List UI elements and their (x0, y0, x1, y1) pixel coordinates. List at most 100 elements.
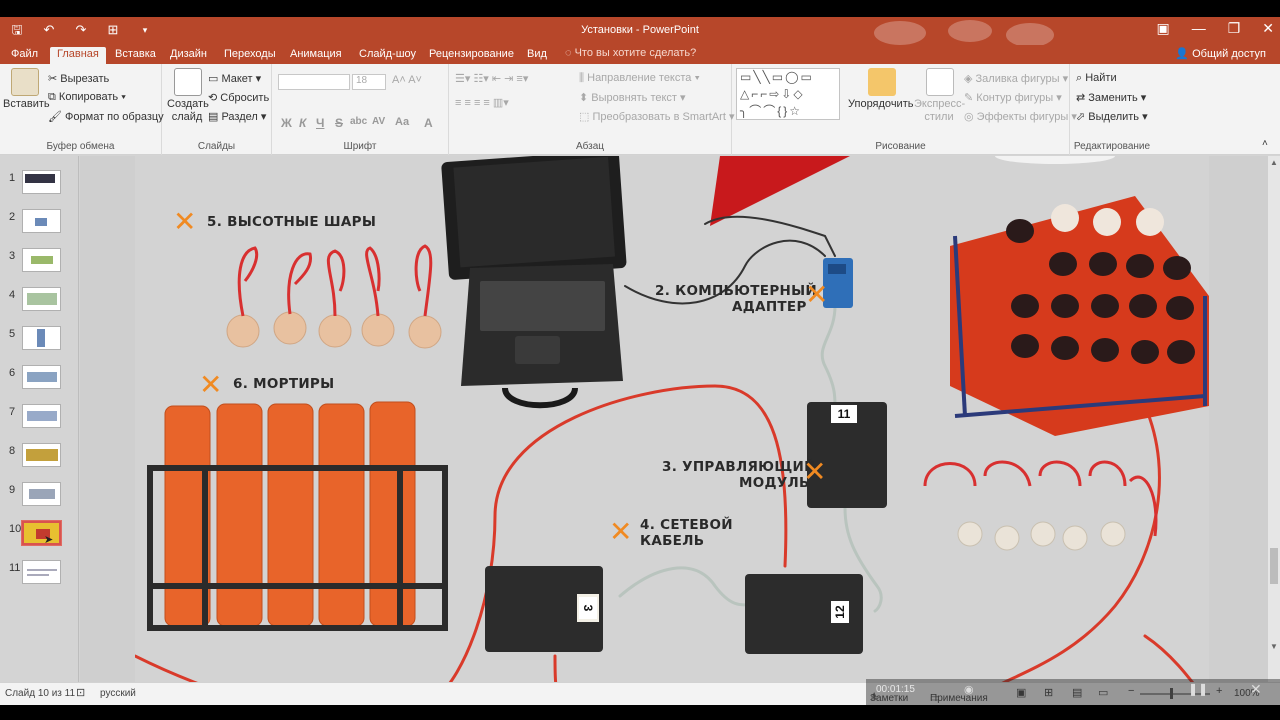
video-close-icon[interactable]: ✕ (1250, 681, 1262, 698)
shape-effects-button[interactable]: ◎ Эффекты фигуры ▾ (964, 110, 1077, 123)
white-arc-shape (995, 156, 1115, 164)
vertical-scrollbar[interactable]: ▲ ▼ (1268, 156, 1280, 699)
laptop (441, 156, 627, 409)
shape-outline-button[interactable]: ✎ Контур фигуры ▾ (964, 91, 1062, 104)
collapse-ribbon-icon[interactable]: ˄ (1262, 138, 1268, 149)
text-direction-button[interactable]: ⫼ Направление текста ▾ (579, 72, 700, 85)
scroll-up-icon[interactable]: ▲ (1270, 158, 1278, 167)
quick-styles-icon[interactable] (926, 68, 954, 96)
shapes-gallery[interactable]: ▭╲╲▭◯▭ △⌐⌐⇨⇩◇ ╮⌒⌒{}☆ (736, 68, 840, 120)
tab-slideshow[interactable]: Слайд-шоу (352, 47, 423, 64)
shape-fill-button[interactable]: ◈ Заливка фигуры ▾ (964, 72, 1068, 85)
font-name-field[interactable] (278, 74, 350, 90)
bullets-icon[interactable]: ☰▾ ☷▾ ⇤ ⇥ ≡▾ (455, 72, 528, 85)
tab-view[interactable]: Вид (520, 47, 554, 64)
bold-button[interactable]: Ж (281, 116, 292, 130)
tell-me-search[interactable]: ◌ Что вы хотите сделать? (565, 47, 696, 59)
thumbnail-3[interactable]: 3 (0, 248, 79, 276)
group-editing: ⌕ Найти ⇄ Заменить ▾ ⬀ Выделить ▾ Редакт… (1070, 64, 1154, 155)
section-button[interactable]: ▤ Раздел ▾ (208, 110, 266, 123)
copy-button[interactable]: ⧉ Копировать ▾ (48, 91, 126, 104)
font-color-button[interactable]: A (424, 116, 433, 130)
tab-design[interactable]: Дизайн (163, 47, 214, 64)
grow-font-icon[interactable]: A˄ A˅ (392, 74, 422, 86)
maximize-icon[interactable]: ❐ (1228, 20, 1241, 37)
layout-icon: ▭ (208, 73, 222, 85)
paste-icon[interactable] (11, 68, 39, 96)
select-button[interactable]: ⬀ Выделить ▾ (1076, 110, 1148, 123)
strikethrough-button[interactable]: S (335, 116, 343, 130)
altitude-balloons (226, 244, 442, 349)
thumbnail-9[interactable]: 9 (0, 482, 79, 510)
minimize-icon[interactable]: — (1192, 20, 1206, 37)
change-case-button[interactable]: Aa (395, 116, 409, 128)
tube-battery (950, 196, 1209, 436)
video-timestamp: 00:01:15 (876, 684, 915, 695)
quick-styles-button[interactable]: Экспресс-стили (914, 98, 965, 124)
tab-review[interactable]: Рецензирование (422, 47, 521, 64)
cut-button[interactable]: ✂ Вырезать (48, 72, 109, 85)
group-paragraph: ☰▾ ☷▾ ⇤ ⇥ ≡▾ ≡ ≡ ≡ ≡ ▥▾ ⫼ Направление те… (449, 64, 734, 155)
group-clipboard: Вставить ✂ Вырезать ⧉ Копировать ▾ 🖌 Фор… (0, 64, 164, 155)
layout-button[interactable]: ▭ Макет ▾ (208, 72, 261, 85)
marker-icon: ✕ (803, 455, 827, 488)
shadow-button[interactable]: abc (350, 116, 367, 127)
select-icon: ⬀ (1076, 111, 1089, 123)
thumbnail-8[interactable]: 8 (0, 443, 79, 471)
align-text-icon: ⬍ (579, 92, 592, 104)
module-number-11: 11 (831, 405, 857, 423)
tab-animations[interactable]: Анимация (283, 47, 349, 64)
scrollbar-thumb[interactable] (1270, 548, 1278, 584)
smartart-icon: ⬚ (579, 111, 593, 123)
arrange-icon[interactable] (868, 68, 896, 96)
thumbnail-5[interactable]: 5 (0, 326, 79, 354)
format-painter-button[interactable]: 🖌 Формат по образцу (48, 110, 164, 123)
group-label-editing: Редактирование (1073, 141, 1151, 152)
thumbnail-7[interactable]: 7 (0, 404, 79, 432)
paste-button[interactable]: Вставить (3, 98, 50, 110)
group-font: 18 A˄ A˅ Ж К Ч S abc AV Aa A Шрифт (272, 64, 449, 155)
tab-file[interactable]: Файл (4, 47, 45, 64)
find-button[interactable]: ⌕ Найти (1076, 72, 1117, 85)
reset-button[interactable]: ⟲ Сбросить (208, 91, 269, 104)
language-indicator[interactable]: русский (100, 688, 136, 699)
underline-button[interactable]: Ч (316, 116, 324, 130)
thumbnail-11[interactable]: 11 (0, 560, 79, 588)
current-slide[interactable]: ✕ 5. ВЫСОТНЫЕ ШАРЫ ✕ 6. МОРТИРЫ 2. КОМПЬ… (135, 156, 1209, 699)
replace-button[interactable]: ⇄ Заменить ▾ (1076, 91, 1146, 104)
thumbnail-6[interactable]: 6 (0, 365, 79, 393)
align-icons[interactable]: ≡ ≡ ≡ ≡ ▥▾ (455, 96, 509, 109)
align-text-button[interactable]: ⬍ Выровнять текст ▾ (579, 91, 686, 104)
spacing-button[interactable]: AV (372, 116, 385, 127)
close-icon[interactable]: ✕ (1262, 20, 1274, 37)
tab-home[interactable]: Главная (50, 47, 106, 64)
smartart-button[interactable]: ⬚ Преобразовать в SmartArt ▾ (579, 110, 734, 123)
label-adapter-line1: 2. КОМПЬЮТЕРНЫЙ (655, 283, 818, 299)
tab-insert[interactable]: Вставка (108, 47, 163, 64)
spellcheck-icon[interactable]: ⊡ (76, 686, 85, 699)
font-size-field[interactable]: 18 (352, 74, 386, 90)
label-balloons: 5. ВЫСОТНЫЕ ШАРЫ (207, 214, 377, 230)
scroll-down-icon[interactable]: ▼ (1270, 642, 1278, 651)
find-icon: ⌕ (1076, 72, 1086, 84)
thumbnail-1[interactable]: 1 (0, 170, 79, 198)
group-drawing: ▭╲╲▭◯▭ △⌐⌐⇨⇩◇ ╮⌒⌒{}☆ Упорядочить Экспресс-… (732, 64, 1077, 155)
camera-icon[interactable]: ◉ (964, 683, 974, 696)
thumbnail-2[interactable]: 2 (0, 209, 79, 237)
pause-icon[interactable]: ❚❚ (1188, 682, 1208, 696)
thumbnail-10[interactable]: 10 ➤ (0, 521, 79, 549)
new-slide-button[interactable]: Создать слайд (167, 98, 209, 124)
thumbnail-preview (22, 404, 61, 428)
restore-ribbon-icon[interactable]: ▣ (1156, 20, 1169, 37)
video-player-controls[interactable]: 00:01:15 ◉ ❚❚ ✕ (866, 679, 1280, 705)
arrange-button[interactable]: Упорядочить (848, 98, 913, 110)
mouse-pointer-icon: ➤ (44, 534, 54, 546)
new-slide-icon[interactable] (174, 68, 202, 96)
marker-icon: ✕ (805, 278, 829, 311)
mortars-rack (147, 401, 448, 631)
italic-button[interactable]: К (299, 116, 306, 130)
label-cable-line1: 4. СЕТЕВОЙ (640, 517, 733, 533)
tab-transitions[interactable]: Переходы (217, 47, 283, 64)
thumbnail-4[interactable]: 4 (0, 287, 79, 315)
share-button[interactable]: 👤 Общий доступ (1175, 47, 1266, 60)
